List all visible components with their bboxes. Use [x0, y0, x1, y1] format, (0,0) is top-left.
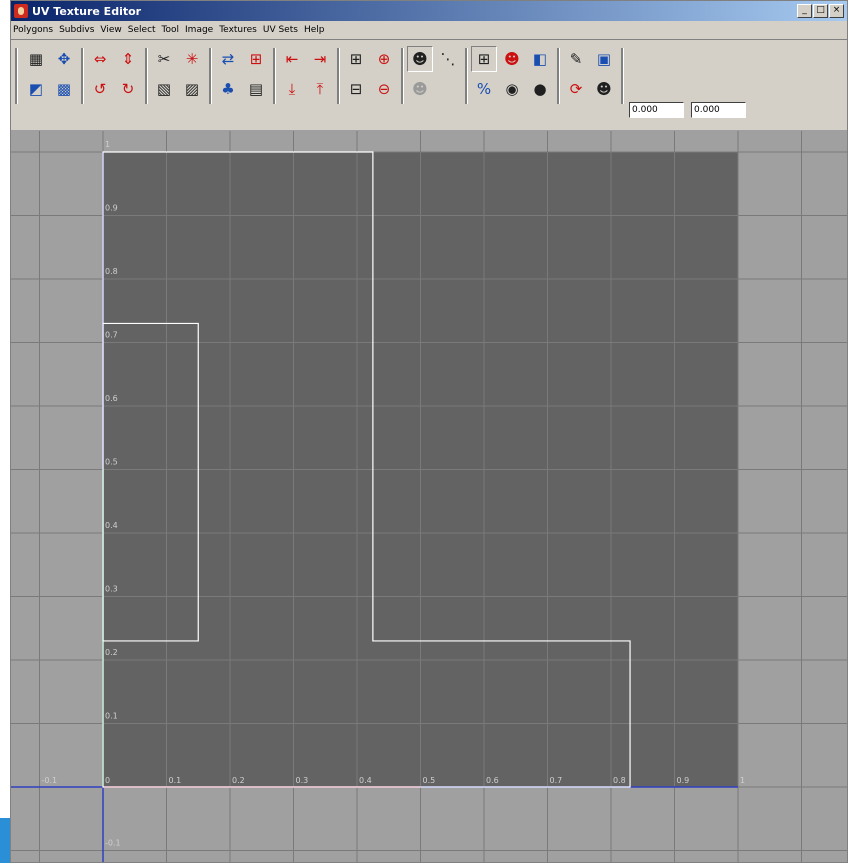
toolbar-separator — [145, 48, 148, 104]
alpha-channel-icon[interactable]: ● — [527, 76, 553, 102]
unfold-uv-icon[interactable]: ▨ — [179, 76, 205, 102]
menu-tool[interactable]: Tool — [162, 25, 179, 35]
align-max-u-icon[interactable]: ⇥ — [307, 46, 333, 72]
toolbar-separator — [557, 48, 560, 104]
grid-uv-icon[interactable]: ▤ — [243, 76, 269, 102]
toolbar-separator — [465, 48, 468, 104]
u-tick-label: -0.1 — [42, 776, 58, 785]
v-tick-label: -0.1 — [105, 839, 121, 848]
center-pivot-icon[interactable]: ⊞ — [243, 46, 269, 72]
u-tick-label: 0.1 — [169, 776, 182, 785]
menu-view[interactable]: View — [100, 25, 121, 35]
toolbar-separator — [273, 48, 276, 104]
window-title: UV Texture Editor — [32, 4, 142, 18]
select-border-icon[interactable]: ⊟ — [343, 76, 369, 102]
maximize-button[interactable]: □ — [813, 4, 828, 18]
shrink-selection-icon[interactable]: ⊖ — [371, 76, 397, 102]
menu-bar: Polygons Subdivs View Select Tool Image … — [11, 21, 847, 40]
menu-polygons[interactable]: Polygons — [13, 25, 53, 35]
isolate-add-icon[interactable]: ☻ — [407, 76, 433, 102]
update-psd-icon[interactable]: ⟳ — [563, 76, 589, 102]
u-tick-label: 0.4 — [359, 776, 372, 785]
map-uv-border-icon[interactable]: ▧ — [151, 76, 177, 102]
desktop-edge-accent — [0, 818, 10, 863]
cut-uv-icon[interactable]: ✳ — [179, 46, 205, 72]
move-uv-icon[interactable]: ✥ — [51, 46, 77, 72]
u-tick-label: 0 — [105, 776, 110, 785]
toggle-filter-icon[interactable]: ⋱ — [435, 46, 461, 72]
menu-help[interactable]: Help — [304, 25, 325, 35]
flip-u-icon[interactable]: ⇔ — [87, 46, 113, 72]
title-bar[interactable]: UV Texture Editor _ □ × — [11, 1, 847, 21]
v-value-field[interactable]: 0.000 — [691, 102, 746, 118]
u-tick-label: 0.5 — [423, 776, 436, 785]
align-max-v-icon[interactable]: ⤒ — [307, 76, 333, 102]
rotate-ccw-icon[interactable]: ↺ — [87, 76, 113, 102]
sew-uv-icon[interactable]: ✂ — [151, 46, 177, 72]
uv-editor-canvas[interactable]: -0.1 0 0.1 0.2 0.3 0.4 0.5 0.6 0.7 0.8 0.9 1 1 0.9 0.8… — [11, 131, 848, 863]
layout-uv-icon[interactable]: ♣ — [215, 76, 241, 102]
u-tick-label: 0.7 — [550, 776, 563, 785]
menu-image[interactable]: Image — [185, 25, 213, 35]
toolbar-separator — [209, 48, 212, 104]
v-tick-label: 0.5 — [105, 458, 118, 467]
grow-selection-icon[interactable]: ⊕ — [371, 46, 397, 72]
v-tick-label: 0.1 — [105, 712, 118, 721]
pixel-snap-icon[interactable]: ☻ — [499, 46, 525, 72]
toolbar-grip — [15, 48, 18, 104]
shade-uv-icon[interactable]: ◧ — [527, 46, 553, 72]
isolate-select-icon[interactable]: ☻ — [407, 46, 433, 72]
v-tick-label: 0.6 — [105, 394, 118, 403]
move-shell-icon[interactable]: ⇄ — [215, 46, 241, 72]
flip-v-icon[interactable]: ⇕ — [115, 46, 141, 72]
v-tick-label: 0.8 — [105, 267, 118, 276]
toolbar-separator — [337, 48, 340, 104]
align-min-u-icon[interactable]: ⇤ — [279, 46, 305, 72]
uv-snapshot-icon[interactable]: ◩ — [23, 76, 49, 102]
texture-borders-icon[interactable]: % — [471, 76, 497, 102]
u-tick-label: 0.9 — [677, 776, 690, 785]
menu-textures[interactable]: Textures — [219, 25, 257, 35]
u-tick-label: 0.2 — [232, 776, 245, 785]
u-value-field[interactable]: 0.000 — [629, 102, 684, 118]
u-tick-label: 0.8 — [613, 776, 626, 785]
checker-map-icon[interactable]: ▦ — [23, 46, 49, 72]
menu-select[interactable]: Select — [128, 25, 156, 35]
psd-network-icon[interactable]: ▣ — [591, 46, 617, 72]
uv-lattice-icon[interactable]: ▩ — [51, 76, 77, 102]
u-tick-label: 0.3 — [296, 776, 309, 785]
u-tick-label: 1 — [740, 776, 745, 785]
minimize-button[interactable]: _ — [797, 4, 812, 18]
toolbar-separator — [401, 48, 404, 104]
display-image-icon[interactable]: ✎ — [563, 46, 589, 72]
menu-uv-sets[interactable]: UV Sets — [263, 25, 298, 35]
app-icon — [14, 4, 28, 18]
v-tick-label: 0.2 — [105, 648, 118, 657]
close-button[interactable]: × — [829, 4, 844, 18]
v-tick-label: 1 — [105, 140, 110, 149]
v-tick-label: 0.7 — [105, 331, 118, 340]
rgb-channels-icon[interactable]: ◉ — [499, 76, 525, 102]
v-tick-label: 0.4 — [105, 521, 118, 530]
uv-texture-editor-window: UV Texture Editor _ □ × Polygons Subdivs… — [10, 0, 848, 863]
menu-subdivs[interactable]: Subdivs — [59, 25, 94, 35]
align-min-v-icon[interactable]: ⤓ — [279, 76, 305, 102]
u-tick-label: 0.6 — [486, 776, 499, 785]
v-tick-label: 0.9 — [105, 204, 118, 213]
v-tick-label: 0.3 — [105, 585, 118, 594]
select-shell-icon[interactable]: ⊞ — [343, 46, 369, 72]
toolbar: ▦ ✥ ◩ ▩ ⇔ ⇕ ↺ ↻ ✂ ✳ ▧ ▨ ⇄ ⊞ ♣ ▤ ⇤ ⇥ ⤓ ⤒ … — [11, 40, 847, 131]
toolbar-separator — [621, 48, 624, 104]
uv-viewport[interactable]: -0.1 0 0.1 0.2 0.3 0.4 0.5 0.6 0.7 0.8 0.9 1 1 0.9 0.8… — [11, 131, 848, 863]
image-ratio-icon[interactable]: ☻ — [591, 76, 617, 102]
rotate-cw-icon[interactable]: ↻ — [115, 76, 141, 102]
display-grid-icon[interactable]: ⊞ — [471, 46, 497, 72]
toolbar-separator — [81, 48, 84, 104]
